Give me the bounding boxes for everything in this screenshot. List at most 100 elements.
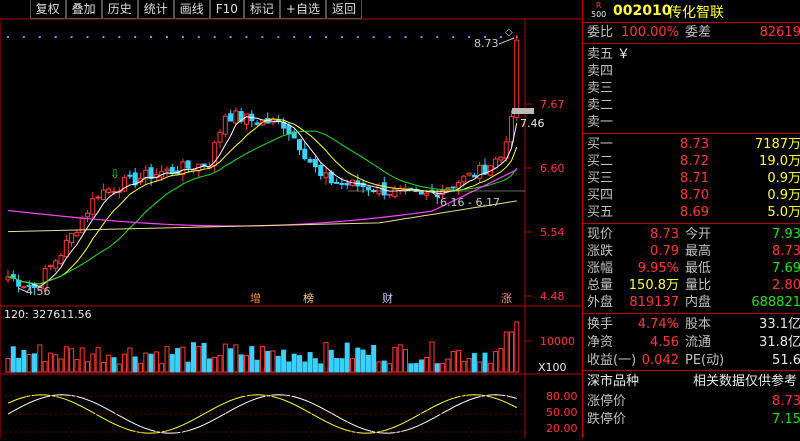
bid-volume: 19.0万 [759,154,800,169]
fund-row: 换手 4.74% 股本 33.1亿 [583,316,800,333]
bid-price: 8.73 [680,137,709,152]
volume-bar [37,344,43,373]
volume-bar [201,343,207,373]
candle-body [185,160,191,169]
bid-volume: 0.9万 [767,188,800,203]
candle-body [318,165,324,176]
event-marker-bang[interactable]: 榜 [303,291,314,305]
volume-bar [291,353,297,373]
statistics-button[interactable]: 统计 [137,0,174,19]
stat-row: 涨幅 9.95% 最低 7.69 [583,260,800,277]
event-marker-cai[interactable]: 财 [382,291,393,305]
volume-bar [159,363,165,373]
low-price-label: 4.56 [26,285,51,298]
signal-dot [70,36,73,38]
limit-down-row: 跌停价 7.15 [583,411,800,428]
volume-bar [281,349,287,373]
candle-body [47,264,53,268]
volume-bar [132,356,138,373]
osc-tick-80: 80.00 [546,390,578,403]
bid-volume: 7187万 [754,137,800,152]
volume-bar [175,348,181,373]
candle-body [466,172,472,176]
event-marker-zhang[interactable]: 涨 [501,292,512,305]
bid-row: 买三 8.71 0.9万 [583,170,800,187]
stat-label-2: 内盘 [685,295,712,310]
draw-line-button[interactable]: 画线 [173,0,210,19]
ask-row: 卖二 [583,97,800,114]
signal-dot [166,36,168,38]
candle-body [58,255,64,264]
volume-bar [238,354,244,373]
candle-body [297,139,302,151]
marker-price-label: 7.46 [520,117,545,130]
kline-chart-area[interactable]: 7.67 6.60 5.54 4.48 8.73 ◇ 4.56 6.16 - 6… [0,0,581,438]
bid-price: 8.70 [680,188,709,203]
back-button[interactable]: 返回 [325,0,362,19]
history-button[interactable]: 历史 [101,0,138,19]
price-tick-3: 5.54 [540,226,565,239]
volume-bar [312,358,318,373]
volume-bar [169,354,175,373]
candle-body [498,156,504,161]
volume-bar [487,362,493,373]
volume-bar [450,351,456,373]
signal-dot [134,36,137,38]
mark-button[interactable]: 标记 [243,0,280,19]
candle-body [90,198,96,215]
candle-body [493,158,499,169]
kline-chart[interactable]: 7.67 6.60 5.54 4.48 8.73 ◇ 4.56 6.16 - 6… [0,0,581,438]
volume-bar [286,361,292,373]
volume-bar [116,363,122,373]
volume-bar [249,346,255,373]
add-watchlist-button[interactable]: +自选 [279,0,326,19]
signal-dot [499,36,502,38]
f10-button[interactable]: F10 [209,0,244,19]
signal-dot [436,36,439,38]
candle-body [323,172,329,179]
stat-value: 0.79 [650,244,679,259]
volume-bar [509,331,514,373]
stat-label: 总量 [587,278,614,293]
candle-body [424,192,430,196]
volume-bar [63,346,69,373]
stat-label-2: 今开 [685,227,712,242]
candle-body [387,193,393,196]
ask-row: 卖三 [583,80,800,97]
signal-dot [277,36,280,38]
volume-bar [16,357,22,373]
fund-label-2: PE(动) [685,353,725,368]
volume-bar [180,346,186,373]
high-price-label: 8.73 [474,37,499,50]
signal-dot [54,36,57,38]
candle-body [328,171,334,184]
signal-dot [372,36,375,38]
signal-dot [86,36,89,38]
volume-bar [196,345,202,373]
chart-toolbar: 复权 叠加 历史 统计 画线 F10 标记 +自选 返回 [29,0,362,19]
fund-label: 换手 [587,317,614,332]
volume-bar [456,350,461,373]
ask-label: 卖二 [587,98,614,113]
ask-label: 卖五 [587,47,614,62]
event-marker-zeng[interactable]: 增 [250,291,261,305]
volume-bar [85,361,90,373]
volume-bar [47,352,53,373]
stat-value-2: 8.73 [772,244,800,259]
volume-bar [79,347,85,373]
ask-label: 卖一 [587,115,614,130]
volume-bar [254,359,260,373]
candle-body [334,181,340,184]
restore-rights-button[interactable]: 复权 [29,0,66,19]
stat-value-2: 7.69 [772,261,800,276]
overlay-button[interactable]: 叠加 [65,0,102,19]
volume-bar [32,353,37,373]
volume-bar [429,341,435,373]
candle-body [164,168,170,172]
volume-bar [74,359,80,373]
candle-body [302,148,308,160]
price-tick-2: 6.60 [540,162,565,175]
volume-bar [153,351,159,373]
signal-dot [150,36,153,38]
bid-row: 买五 8.69 5.0万 [583,204,800,221]
